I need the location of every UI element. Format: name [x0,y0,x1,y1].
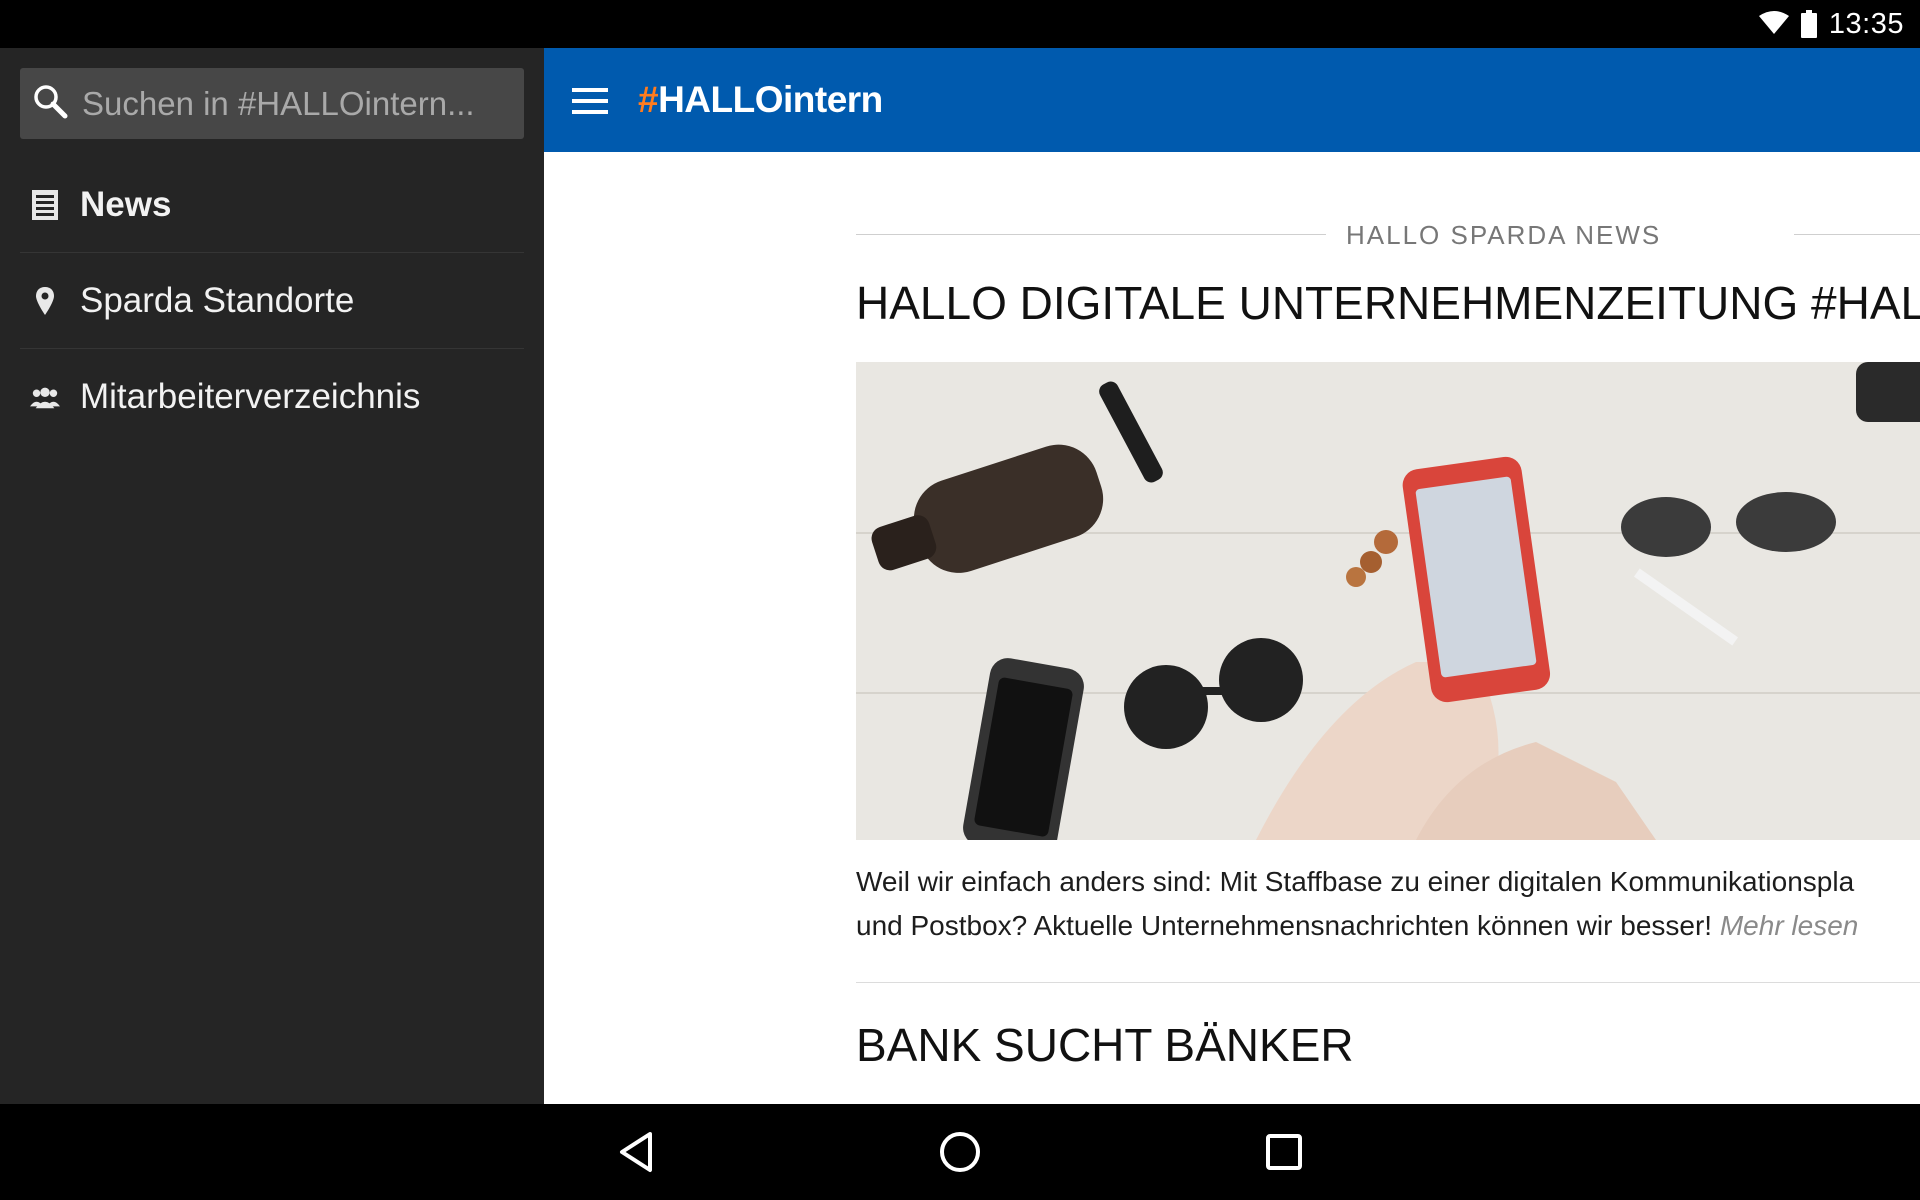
section-header: HALLO SPARDA NEWS [856,220,1920,250]
battery-icon [1800,10,1817,38]
back-icon[interactable] [604,1120,668,1184]
search-input[interactable] [82,84,502,123]
article-image[interactable] [856,362,1920,840]
app-bar: # HALLOintern [544,48,1920,152]
system-nav-bar [0,1104,1920,1200]
search-box[interactable] [20,68,524,139]
article-title[interactable]: HALLO DIGITALE UNTERNEHMENZEITUNG #HALL [856,276,1920,330]
main-content: # HALLOintern HALLO SPARDA NEWS HALLO DIG… [544,48,1920,1104]
divider [856,234,1326,235]
navigation-drawer: News Sparda Standorte [0,48,544,1104]
article-teaser-line-end: und Postbox? Aktuelle Unternehmensnachri… [856,910,1713,941]
news-icon [30,189,60,220]
status-time: 13:35 [1828,7,1904,40]
app-title-text: HALLOintern [658,79,883,120]
section-title: HALLO SPARDA NEWS [1346,220,1662,250]
read-more-link[interactable]: Mehr lesen [1720,910,1859,941]
divider [1794,234,1920,235]
drawer-item-sparda-standorte[interactable]: Sparda Standorte [20,253,524,349]
article-teaser: Weil wir einfach anders sind: Mit Staffb… [856,860,1920,948]
location-pin-icon [30,286,60,315]
drawer-item-label: Sparda Standorte [80,280,355,320]
drawer-item-label: News [80,184,172,224]
people-icon [30,385,60,409]
drawer-menu: News Sparda Standorte Mitarbeiterverzeic… [20,157,524,445]
home-icon[interactable] [928,1120,992,1184]
status-icons: 13:35 [1758,0,1904,48]
drawer-item-mitarbeiterverzeichnis[interactable]: Mitarbeiterverzeichnis [20,349,524,445]
app-title: # HALLOintern [638,48,883,152]
search-icon [32,83,68,124]
wifi-icon [1758,10,1789,39]
article-teaser-line: Weil wir einfach anders sind: Mit Staffb… [856,866,1855,897]
article-title[interactable]: BANK SUCHT BÄNKER [856,1018,1920,1072]
drawer-item-label: Mitarbeiterverzeichnis [80,377,421,416]
app-title-hash: # [638,79,659,120]
article-divider [856,982,1920,983]
status-bar: 13:35 [0,0,1920,48]
recents-icon[interactable] [1252,1120,1316,1184]
drawer-item-news[interactable]: News [20,157,524,253]
hamburger-menu-icon[interactable] [572,88,608,114]
article-teaser-line: und Postbox? Aktuelle Unternehmensnachri… [856,904,1920,948]
